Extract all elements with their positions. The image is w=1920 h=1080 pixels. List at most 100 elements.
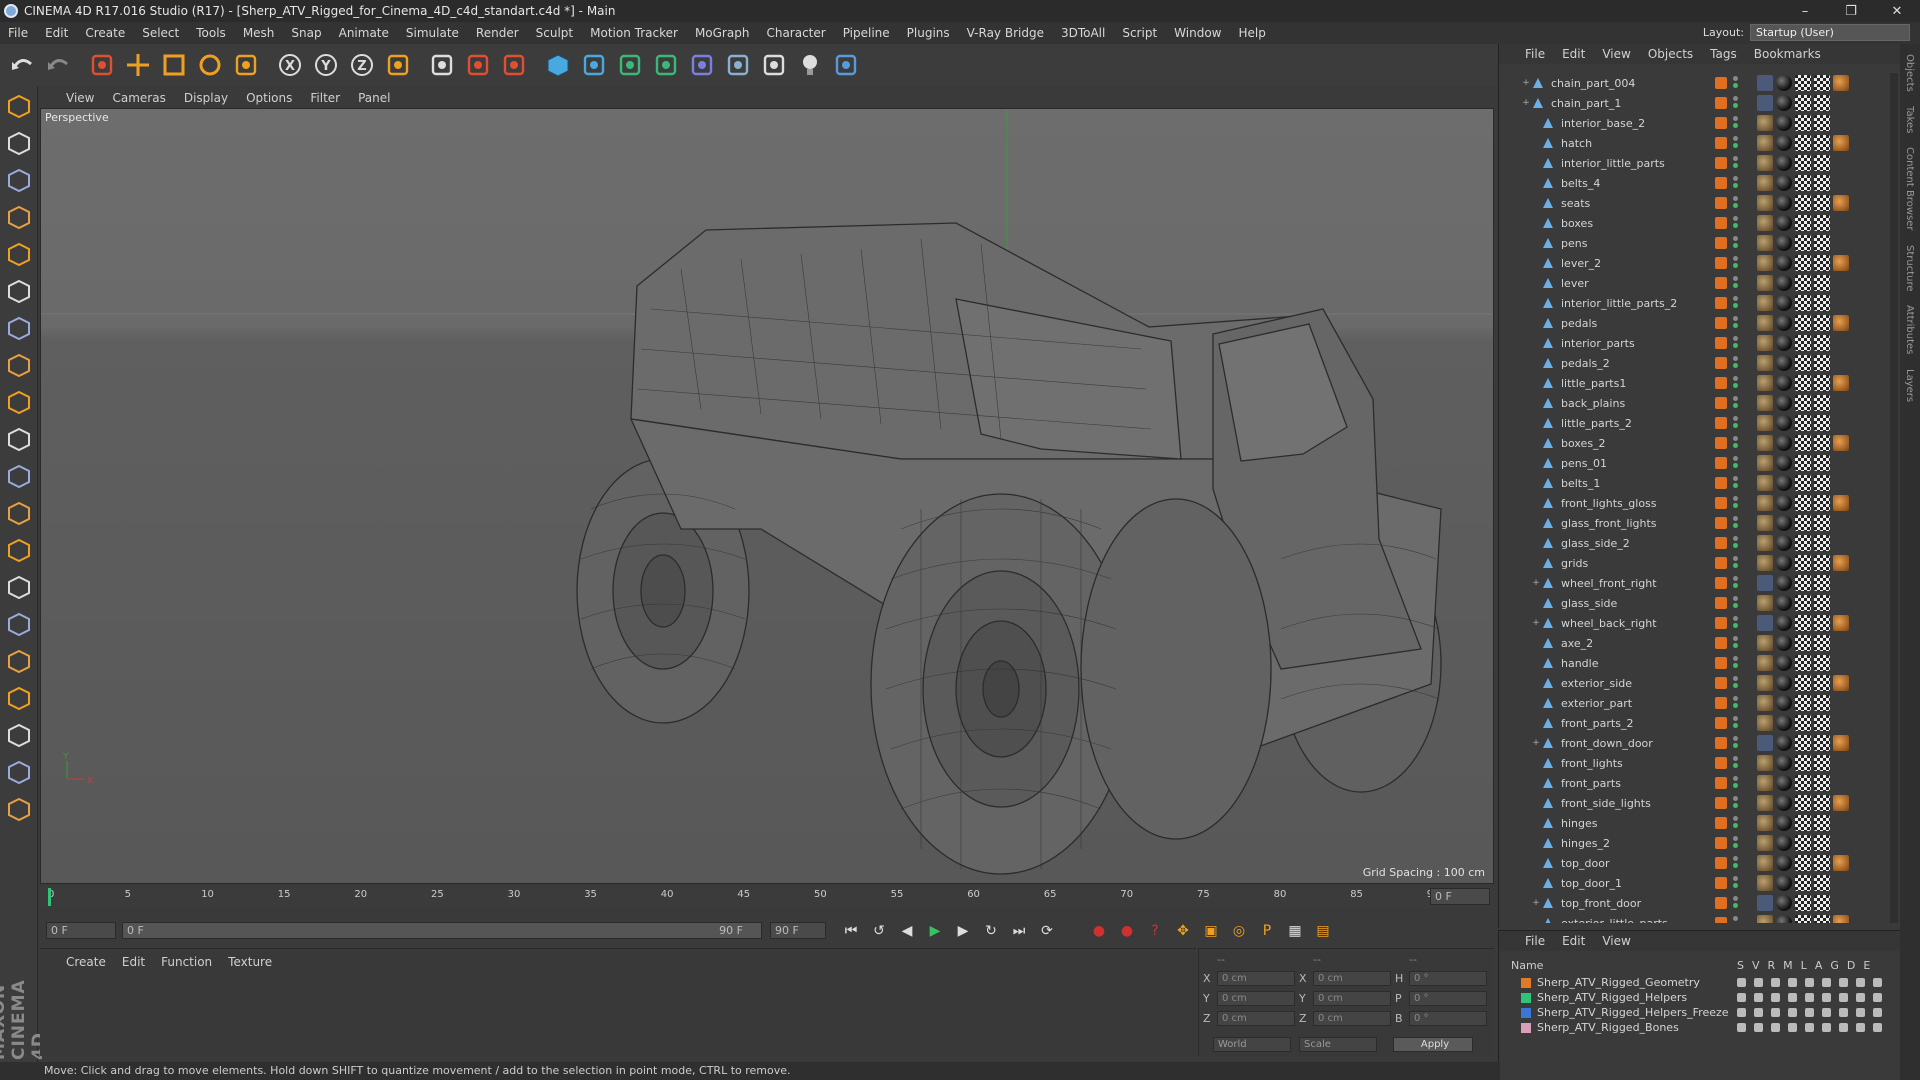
object-name[interactable]: lever: [1561, 277, 1701, 290]
material-tag-icon[interactable]: [1757, 855, 1773, 871]
material-tag-icon[interactable]: [1776, 495, 1792, 511]
layer-color-swatch[interactable]: [1715, 317, 1727, 329]
material-tag-icon[interactable]: [1795, 715, 1811, 731]
material-tag-icon[interactable]: [1833, 375, 1849, 391]
material-tag-icon[interactable]: [1814, 815, 1830, 831]
start-frame-field[interactable]: 0 F: [46, 922, 116, 939]
menu-v-ray-bridge[interactable]: V-Ray Bridge: [967, 26, 1044, 40]
expand-toggle[interactable]: +: [1531, 738, 1541, 748]
live-selection-button[interactable]: [86, 49, 118, 81]
material-tag-icon[interactable]: [1757, 295, 1773, 311]
lock-tool[interactable]: [2, 792, 36, 826]
visibility-dots[interactable]: [1733, 696, 1739, 710]
object-name[interactable]: top_door_1: [1561, 877, 1701, 890]
visibility-dots[interactable]: [1733, 536, 1739, 550]
object-name[interactable]: glass_side: [1561, 597, 1701, 610]
object-menu-objects[interactable]: Objects: [1648, 47, 1693, 61]
minimize-button[interactable]: –: [1782, 0, 1828, 22]
render-picture-viewer-button[interactable]: [462, 49, 494, 81]
menu-character[interactable]: Character: [766, 26, 825, 40]
material-tag-icon[interactable]: [1814, 515, 1830, 531]
material-tag-icon[interactable]: [1757, 915, 1773, 923]
layout-dropdown[interactable]: Startup (User): [1750, 24, 1910, 41]
material-tag-icon[interactable]: [1757, 835, 1773, 851]
rotate-key-button[interactable]: ◎: [1228, 920, 1250, 942]
timeline-button[interactable]: ▤: [1312, 920, 1334, 942]
object-row[interactable]: hatch: [1499, 133, 1891, 153]
visibility-dots[interactable]: [1733, 596, 1739, 610]
move-key-button[interactable]: ✥: [1172, 920, 1194, 942]
layer-row[interactable]: Sherp_ATV_Rigged_Bones: [1505, 1020, 1885, 1035]
record-button[interactable]: ●: [1088, 920, 1110, 942]
go-to-end-button[interactable]: ⏭: [1008, 920, 1030, 942]
layer-color-swatch[interactable]: [1521, 1007, 1531, 1018]
material-tag-icon[interactable]: [1776, 915, 1792, 923]
layer-color-swatch[interactable]: [1715, 617, 1727, 629]
coord-field-v2[interactable]: 0 cm: [1313, 971, 1391, 986]
z-axis-button[interactable]: Z: [346, 49, 378, 81]
object-row[interactable]: lever_2: [1499, 253, 1891, 273]
material-tag-icon[interactable]: [1795, 535, 1811, 551]
layer-color-swatch[interactable]: [1715, 117, 1727, 129]
material-tag-icon[interactable]: [1814, 115, 1830, 131]
menu-file[interactable]: File: [8, 26, 28, 40]
side-tab-attributes[interactable]: Attributes: [1904, 305, 1915, 354]
coord-field-v3[interactable]: 0 °: [1409, 971, 1487, 986]
material-tag-icon[interactable]: [1814, 95, 1830, 111]
object-name[interactable]: front_lights: [1561, 757, 1701, 770]
visibility-dots[interactable]: [1733, 676, 1739, 690]
material-tag-icon[interactable]: [1814, 315, 1830, 331]
end-frame-field[interactable]: 90 F: [770, 922, 826, 939]
material-tag-icon[interactable]: [1776, 215, 1792, 231]
layer-color-swatch[interactable]: [1715, 337, 1727, 349]
menu-select[interactable]: Select: [142, 26, 179, 40]
layer-name[interactable]: Sherp_ATV_Rigged_Helpers_Freeze: [1537, 1006, 1729, 1019]
pla-key-button[interactable]: ▦: [1284, 920, 1306, 942]
object-list-scrollbar[interactable]: [1890, 73, 1898, 923]
material-tag-icon[interactable]: [1757, 415, 1773, 431]
material-tag-icon[interactable]: [1757, 615, 1773, 631]
visibility-dots[interactable]: [1733, 476, 1739, 490]
object-name[interactable]: hinges_2: [1561, 837, 1701, 850]
layer-color-swatch[interactable]: [1715, 917, 1727, 923]
object-row[interactable]: top_door: [1499, 853, 1891, 873]
material-tag-icon[interactable]: [1814, 415, 1830, 431]
material-tag-icon[interactable]: [1776, 315, 1792, 331]
knife-tool[interactable]: [2, 570, 36, 604]
material-tag-icon[interactable]: [1795, 735, 1811, 751]
visibility-dots[interactable]: [1733, 376, 1739, 390]
object-name[interactable]: top_door: [1561, 857, 1701, 870]
visibility-dots[interactable]: [1733, 816, 1739, 830]
cube-button[interactable]: [542, 49, 574, 81]
menu-animate[interactable]: Animate: [339, 26, 389, 40]
material-menu-create[interactable]: Create: [66, 955, 106, 969]
material-tag-icon[interactable]: [1776, 255, 1792, 271]
object-row[interactable]: glass_front_lights: [1499, 513, 1891, 533]
material-tag-icon[interactable]: [1795, 275, 1811, 291]
material-tag-icon[interactable]: [1795, 635, 1811, 651]
rotate-button[interactable]: [194, 49, 226, 81]
bevel-tool[interactable]: [2, 644, 36, 678]
material-tag-icon[interactable]: [1776, 655, 1792, 671]
object-row[interactable]: boxes: [1499, 213, 1891, 233]
object-name[interactable]: glass_front_lights: [1561, 517, 1701, 530]
side-tab-layers[interactable]: Layers: [1904, 369, 1915, 402]
menu-plugins[interactable]: Plugins: [907, 26, 950, 40]
object-name[interactable]: little_parts_2: [1561, 417, 1701, 430]
menu-mograph[interactable]: MoGraph: [695, 26, 750, 40]
recent-tool-button[interactable]: [230, 49, 262, 81]
object-row[interactable]: front_side_lights: [1499, 793, 1891, 813]
visibility-dots[interactable]: [1733, 356, 1739, 370]
visibility-dots[interactable]: [1733, 916, 1739, 923]
visibility-dots[interactable]: [1733, 836, 1739, 850]
current-frame-field[interactable]: 0 F: [1430, 888, 1490, 905]
coord-field-v1[interactable]: 0 cm: [1217, 971, 1295, 986]
layer-row[interactable]: Sherp_ATV_Rigged_Helpers: [1505, 990, 1885, 1005]
object-name[interactable]: grids: [1561, 557, 1701, 570]
material-tag-icon[interactable]: [1776, 175, 1792, 191]
visibility-dots[interactable]: [1733, 76, 1739, 90]
object-name[interactable]: boxes_2: [1561, 437, 1701, 450]
coord-field-v2[interactable]: 0 cm: [1313, 1011, 1391, 1026]
material-tag-icon[interactable]: [1776, 235, 1792, 251]
apply-button[interactable]: Apply: [1393, 1037, 1473, 1052]
